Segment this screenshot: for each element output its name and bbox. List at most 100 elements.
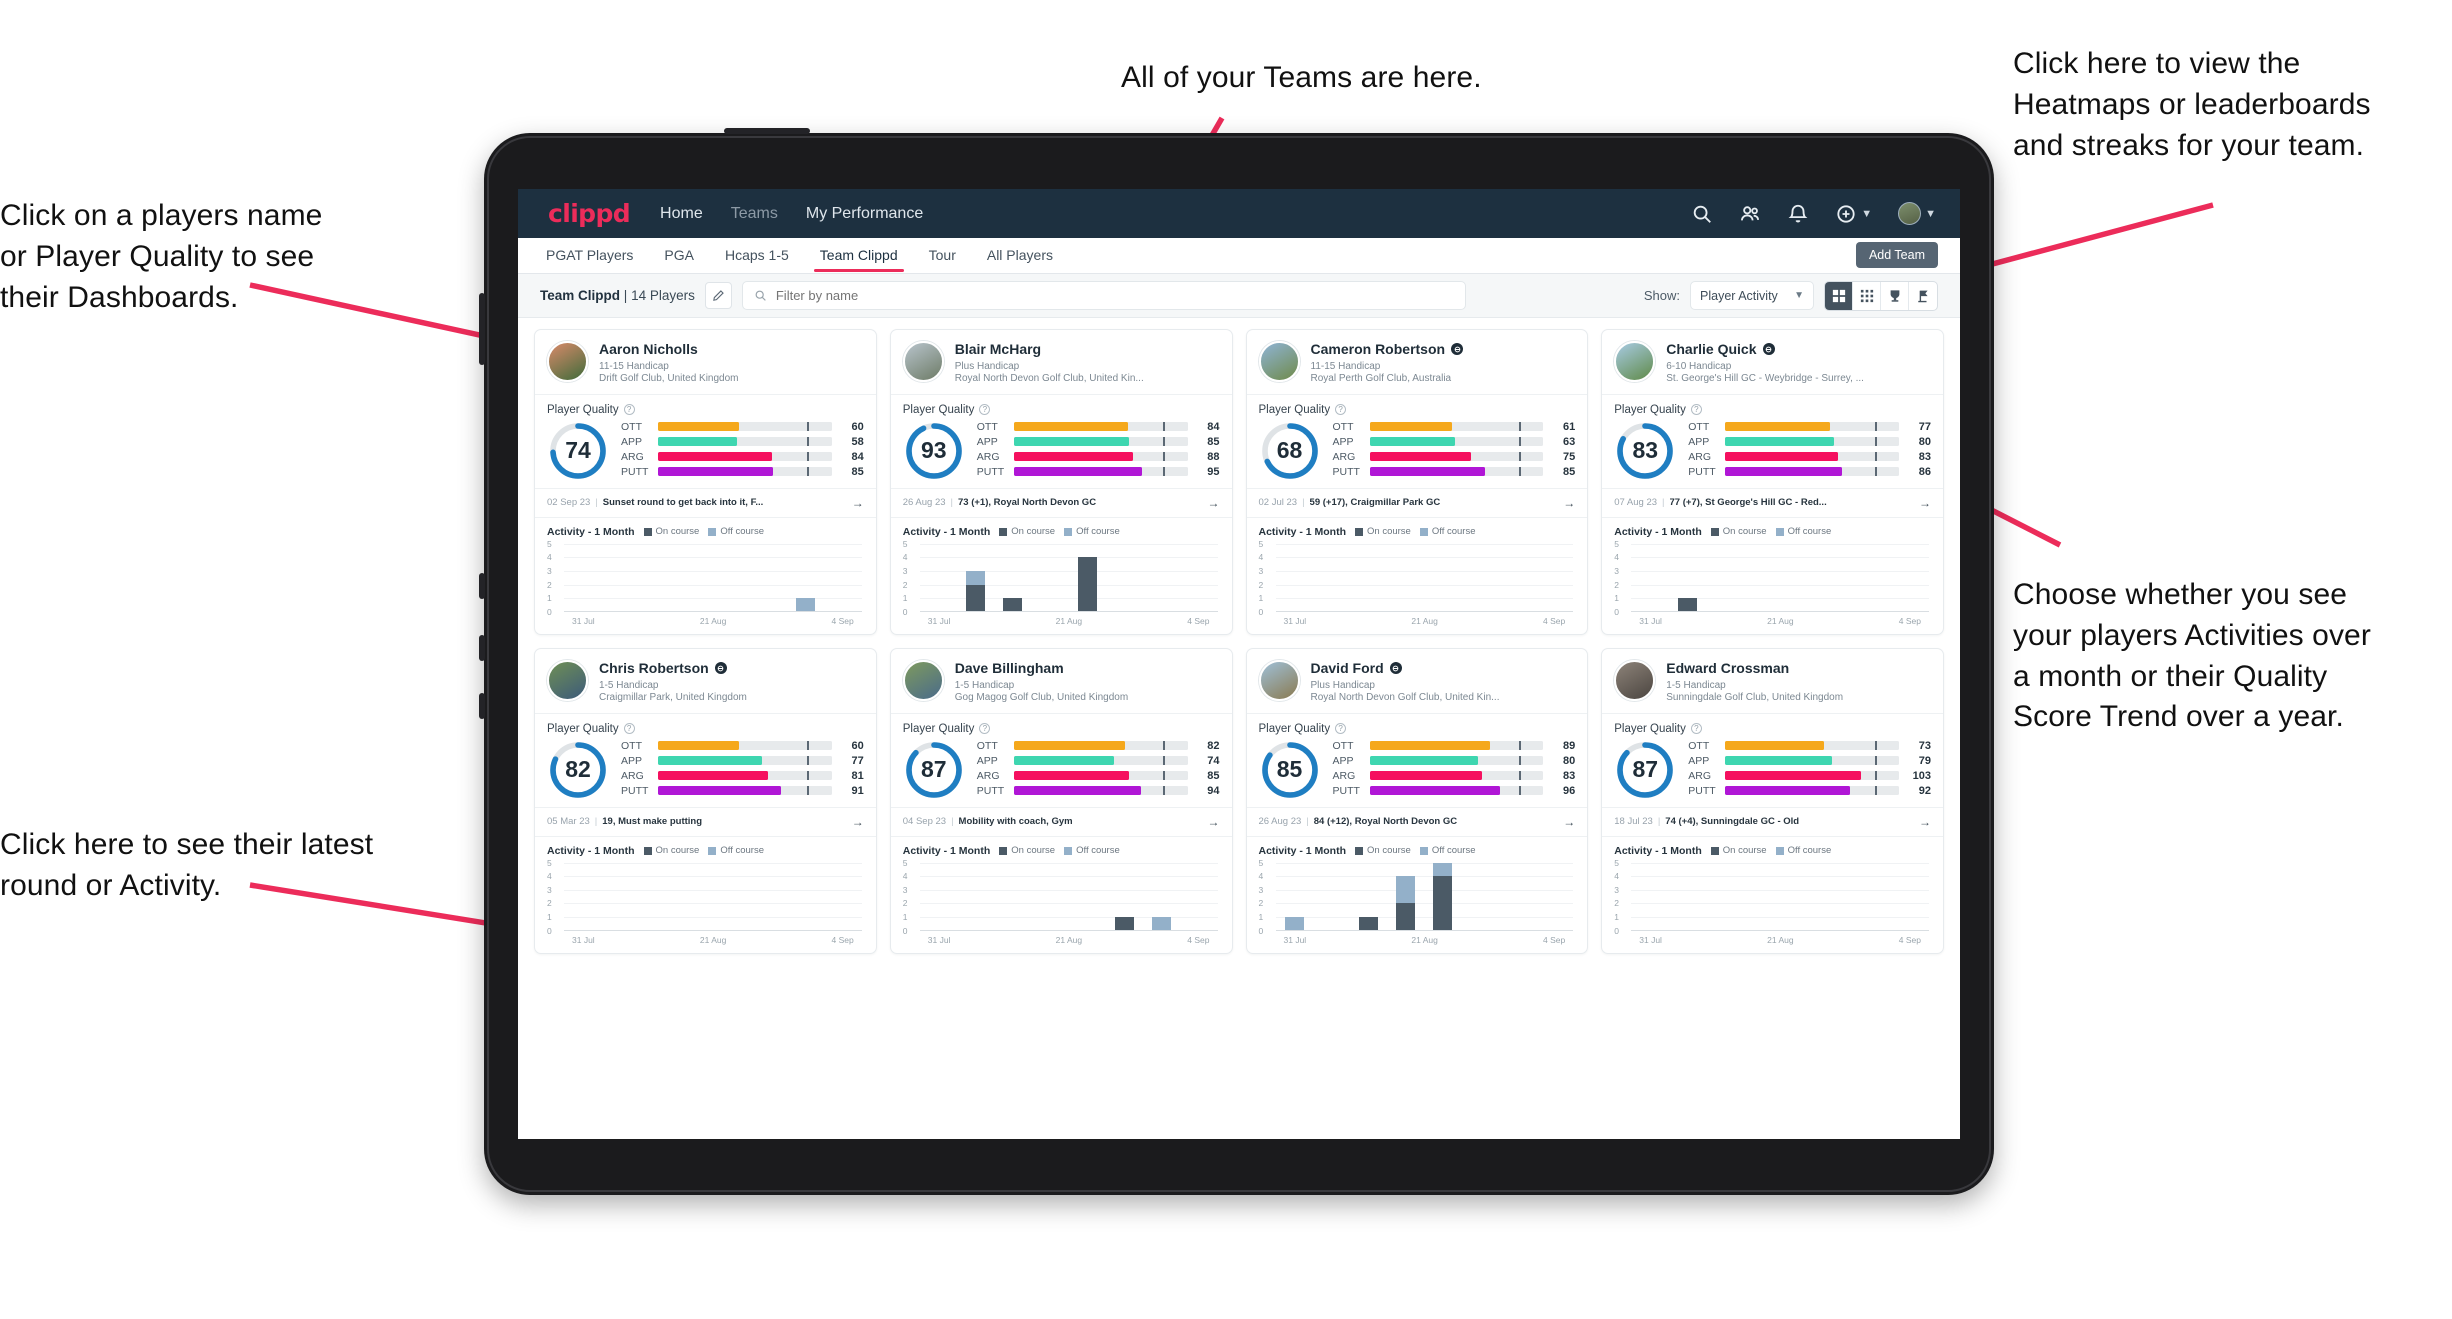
account-menu[interactable]: ▼ <box>1898 202 1936 225</box>
player-quality-section[interactable]: Player Quality ? 83 OTT 77 APP 80 ARG 83… <box>1602 395 1943 488</box>
latest-activity-row[interactable]: 18 Jul 23 | 74 (+4), Sunningdale GC - Ol… <box>1602 806 1943 837</box>
player-quality-section[interactable]: Player Quality ? 93 OTT 84 APP 85 ARG 88… <box>891 395 1232 488</box>
player-quality-section[interactable]: Player Quality ? 82 OTT 60 APP 77 ARG 81… <box>535 714 876 807</box>
player-quality-section[interactable]: Player Quality ? 87 OTT 73 APP 79 ARG 10… <box>1602 714 1943 807</box>
tab-tour[interactable]: Tour <box>929 239 956 272</box>
player-card[interactable]: Chris Robertson 1-5 Handicap Craigmillar… <box>534 647 877 954</box>
player-card[interactable]: Edward Crossman 1-5 Handicap Sunningdale… <box>1601 647 1944 954</box>
dots-grid-view-button[interactable] <box>1853 281 1881 310</box>
metric-value: 103 <box>1912 769 1931 782</box>
nav-link-teams[interactable]: Teams <box>731 205 778 223</box>
player-quality-score: 74 <box>565 437 591 464</box>
people-icon[interactable] <box>1739 203 1761 225</box>
search-icon[interactable] <box>1691 203 1713 225</box>
latest-activity-row[interactable]: 02 Jul 23 | 59 (+17), Craigmillar Park G… <box>1246 487 1588 518</box>
clippd-logo[interactable]: clippd <box>548 199 631 228</box>
tab-all-players[interactable]: All Players <box>987 239 1053 272</box>
y-axis-label: 1 <box>547 593 552 604</box>
player-card-header[interactable]: Blair McHarg Plus Handicap Royal North D… <box>890 330 1232 395</box>
search-input[interactable] <box>775 288 1454 303</box>
player-card-header[interactable]: Charlie Quick 6-10 Handicap St. George's… <box>1602 330 1943 395</box>
bell-icon[interactable] <box>1787 203 1809 225</box>
arrow-right-icon[interactable]: → <box>1919 815 1931 829</box>
player-name[interactable]: Charlie Quick <box>1666 341 1864 358</box>
nav-link-my-performance[interactable]: My Performance <box>806 205 923 223</box>
metric-label: OTT <box>621 739 642 752</box>
tab-pgat-players[interactable]: PGAT Players <box>546 239 633 272</box>
legend-off-course: Off course <box>1064 526 1120 537</box>
show-select[interactable]: Player Activity ▼ <box>1690 281 1814 310</box>
arrow-right-icon[interactable]: → <box>1208 496 1220 510</box>
player-quality-section[interactable]: Player Quality ? 68 OTT 61 APP 63 ARG 75… <box>1247 395 1588 488</box>
player-card[interactable]: Dave Billingham 1-5 Handicap Gog Magog G… <box>889 647 1233 954</box>
player-card-header[interactable]: Dave Billingham 1-5 Handicap Gog Magog G… <box>890 649 1232 714</box>
add-menu[interactable]: ▼ <box>1835 203 1872 225</box>
player-card-header[interactable]: Edward Crossman 1-5 Handicap Sunningdale… <box>1602 649 1943 714</box>
arrow-right-icon[interactable]: → <box>1563 496 1575 510</box>
help-icon[interactable]: ? <box>1335 404 1347 416</box>
latest-activity-row[interactable]: 05 Mar 23 | 19, Must make putting → <box>535 806 876 837</box>
metric-row: OTT 89 <box>1333 740 1576 752</box>
player-card-header[interactable]: Chris Robertson 1-5 Handicap Craigmillar… <box>535 649 876 714</box>
player-card-header[interactable]: David Ford Plus Handicap Royal North Dev… <box>1246 649 1588 714</box>
search-field[interactable] <box>741 281 1466 310</box>
y-axis-label: 0 <box>902 606 908 617</box>
metric-label: OTT <box>976 420 998 433</box>
metric-value: 63 <box>1563 435 1576 448</box>
help-icon[interactable]: ? <box>623 404 635 416</box>
latest-activity-row[interactable]: 02 Sep 23 | Sunset round to get back int… <box>535 487 876 518</box>
player-card[interactable]: Aaron Nicholls 11-15 Handicap Drift Golf… <box>534 329 877 635</box>
player-card-header[interactable]: Cameron Robertson 11-15 Handicap Royal P… <box>1246 330 1588 395</box>
player-card[interactable]: Cameron Robertson 11-15 Handicap Royal P… <box>1245 329 1589 635</box>
arrow-right-icon[interactable]: → <box>852 496 864 510</box>
heatmap-view-button[interactable] <box>1909 282 1937 310</box>
player-name[interactable]: Blair McHarg <box>955 341 1144 358</box>
player-card-header[interactable]: Aaron Nicholls 11-15 Handicap Drift Golf… <box>535 330 876 395</box>
arrow-right-icon[interactable]: → <box>1208 815 1220 829</box>
activity-chart: 5 4 3 2 1 0 31 Jul 21 Aug 4 Sep <box>1259 858 1576 945</box>
latest-activity-row[interactable]: 26 Aug 23 | 73 (+1), Royal North Devon G… <box>890 487 1232 518</box>
add-team-button[interactable]: Add Team <box>1855 242 1938 268</box>
x-axis-label: 31 Jul <box>1283 934 1307 945</box>
player-name[interactable]: Edward Crossman <box>1666 660 1843 677</box>
help-icon[interactable]: ? <box>979 404 991 416</box>
arrow-right-icon[interactable]: → <box>852 815 864 829</box>
help-icon[interactable]: ? <box>1690 723 1702 735</box>
player-quality-section[interactable]: Player Quality ? 87 OTT 82 APP 74 ARG 85… <box>891 714 1232 807</box>
help-icon[interactable]: ? <box>623 723 635 735</box>
help-icon[interactable]: ? <box>979 723 991 735</box>
player-quality-section[interactable]: Player Quality ? 74 OTT 60 APP 58 ARG 84… <box>535 395 876 488</box>
metric-row: ARG 75 <box>1333 451 1576 463</box>
player-card[interactable]: Charlie Quick 6-10 Handicap St. George's… <box>1601 329 1944 635</box>
player-quality-section[interactable]: Player Quality ? 85 OTT 89 APP 80 ARG 83… <box>1247 714 1588 807</box>
latest-activity-row[interactable]: 04 Sep 23 | Mobility with coach, Gym → <box>890 806 1232 837</box>
activity-x-axis: 31 Jul 21 Aug 4 Sep <box>1276 935 1574 945</box>
arrow-right-icon[interactable]: → <box>1563 815 1575 829</box>
latest-activity-row[interactable]: 07 Aug 23 | 77 (+7), St George's Hill GC… <box>1602 487 1943 518</box>
player-name[interactable]: Aaron Nicholls <box>599 341 739 358</box>
tab-pga[interactable]: PGA <box>664 239 694 272</box>
bar-on-course <box>966 584 986 612</box>
activity-section: Activity - 1 Month On course Off course … <box>1247 518 1588 634</box>
player-card[interactable]: Blair McHarg Plus Handicap Royal North D… <box>889 329 1233 635</box>
player-name[interactable]: Chris Robertson <box>599 660 747 677</box>
nav-link-home[interactable]: Home <box>660 205 703 223</box>
help-icon[interactable]: ? <box>1690 404 1702 416</box>
latest-activity-date: 07 Aug 23 <box>1614 497 1658 509</box>
tab-team-clippd[interactable]: Team Clippd <box>813 239 904 272</box>
player-name[interactable]: Dave Billingham <box>955 660 1128 677</box>
help-icon[interactable]: ? <box>1335 723 1347 735</box>
player-name[interactable]: David Ford <box>1311 660 1500 677</box>
player-card[interactable]: David Ford Plus Handicap Royal North Dev… <box>1245 647 1589 954</box>
bar-on-course <box>1003 598 1023 612</box>
player-name[interactable]: Cameron Robertson <box>1311 341 1464 358</box>
arrow-right-icon[interactable]: → <box>1919 496 1931 510</box>
tab-hcaps-1-5[interactable]: Hcaps 1-5 <box>725 239 789 272</box>
leaderboard-view-button[interactable] <box>1881 281 1909 310</box>
grid-view-button[interactable] <box>1825 281 1853 310</box>
latest-activity-row[interactable]: 26 Aug 23 | 84 (+12), Royal North Devon … <box>1246 806 1588 837</box>
y-axis-label: 0 <box>1258 606 1264 617</box>
metric-bar <box>1013 771 1188 781</box>
bar-slot <box>1536 863 1573 931</box>
edit-team-button[interactable] <box>704 282 732 309</box>
